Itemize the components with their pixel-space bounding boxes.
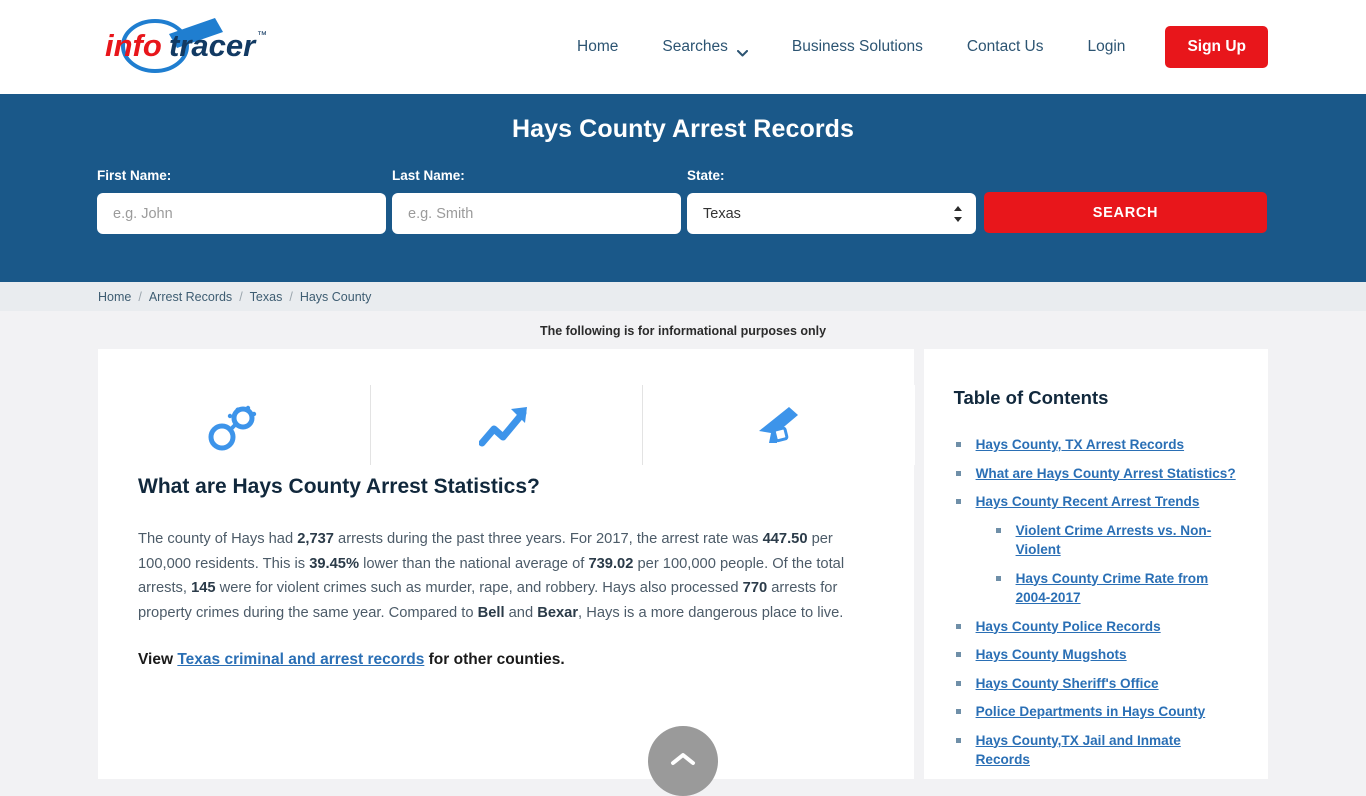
breadcrumb-item-texas[interactable]: Texas [250,290,283,304]
para-text: were for violent crimes such as murder, … [215,580,743,596]
infotracer-logo[interactable]: info tracer ™ [97,8,272,82]
stat-national-average: 739.02 [588,555,634,572]
state-label: State: [687,168,725,183]
toc-link-sheriffs-office[interactable]: Hays County Sheriff's Office [976,676,1159,691]
nav-label: Login [1087,38,1126,55]
view-suffix: for other counties. [424,651,565,668]
nav-item-business-solutions[interactable]: Business Solutions [770,38,945,56]
para-text: and [504,604,538,621]
statistics-heading: What are Hays County Arrest Statistics? [138,475,540,498]
toc-link-recent-arrest-trends[interactable]: Hays County Recent Arrest Trends [976,494,1200,509]
toc-link-mugshots[interactable]: Hays County Mugshots [976,647,1127,662]
para-text: arrests during the past three years. For… [333,531,763,547]
breadcrumb-separator: / [239,289,243,304]
list-item: What are Hays County Arrest Statistics? [954,464,1238,484]
stat-percent-lower: 39.45% [309,555,360,572]
scroll-to-top-button[interactable] [648,726,718,796]
table-of-contents-card: Table of Contents Hays County, TX Arrest… [923,349,1268,779]
stat-total-arrests: 2,737 [297,531,334,547]
comparison-county-bexar: Bexar [537,604,579,621]
list-item: Hays County,TX Jail and Inmate Records [954,731,1238,770]
gun-icon [751,401,807,458]
statistics-paragraph: The county of Hays had 2,737 arrests dur… [138,527,874,625]
list-item: Violent Crime Arrests vs. Non-Violent [994,521,1238,560]
list-item: Hays County, TX Arrest Records [954,435,1238,455]
sign-up-button[interactable]: Sign Up [1165,26,1268,68]
view-prefix: View [138,651,178,668]
para-text: , Hays is a more dangerous place to live… [578,604,844,621]
toc-title: Table of Contents [953,387,1109,408]
search-button[interactable]: SEARCH [984,192,1267,233]
toc-list: Hays County, TX Arrest Records What are … [954,435,1238,770]
chevron-up-icon [670,751,696,772]
svg-text:tracer: tracer [169,28,257,63]
nav-label: Contact Us [966,38,1044,55]
list-item: Hays County Recent Arrest Trends Violent… [954,492,1238,608]
stat-arrest-rate: 447.50 [762,531,808,547]
svg-text:™: ™ [257,30,267,41]
texas-records-link[interactable]: Texas criminal and arrest records [177,651,424,668]
stat-property-crimes: 770 [742,580,768,596]
list-item: Hays County Police Records [954,617,1238,637]
state-field-group: State: Texas [687,168,976,234]
first-name-label: First Name: [97,168,172,183]
last-name-field-group: Last Name: [392,168,681,234]
toc-link-police-records[interactable]: Hays County Police Records [976,619,1161,634]
breadcrumb-item-hays-county: Hays County [299,289,372,304]
stat-violent-crimes: 145 [191,580,216,596]
informational-disclaimer: The following is for informational purpo… [539,324,827,338]
para-text: lower than the national average of [359,555,589,572]
search-banner: Hays County Arrest Records First Name: L… [0,94,1366,282]
arrest-search-form: First Name: Last Name: State: Texas [97,168,1268,234]
last-name-input[interactable] [392,193,681,234]
first-name-input[interactable] [97,193,386,234]
nav-label: Searches [662,38,728,55]
para-text: The county of Hays had [138,531,298,547]
feature-cell-trends [371,385,644,465]
comparison-county-bell: Bell [477,604,505,621]
breadcrumb-separator: / [289,289,293,304]
chevron-down-icon [736,44,748,56]
feature-cell-weapons [643,385,915,465]
trending-up-chart-icon [478,401,535,458]
svg-text:info: info [105,28,162,63]
nav-label: Business Solutions [791,38,923,55]
list-item: Hays County Crime Rate from 2004-2017 [994,569,1238,608]
nav-item-home[interactable]: Home [555,38,640,56]
view-other-counties-line: View Texas criminal and arrest records f… [138,651,874,669]
search-button-group: SEARCH [984,168,1267,234]
last-name-label: Last Name: [392,168,465,183]
toc-link-violent-vs-nonviolent[interactable]: Violent Crime Arrests vs. Non-Violent [1016,523,1212,558]
list-item: Police Departments in Hays County [954,702,1238,722]
feature-cell-arrests [98,385,371,465]
feature-icon-strip [98,385,915,465]
toc-link-jail-inmate-records[interactable]: Hays County,TX Jail and Inmate Records [976,733,1181,768]
nav-item-searches[interactable]: Searches [640,38,769,56]
first-name-field-group: First Name: [97,168,386,234]
breadcrumb-item-home[interactable]: Home [98,290,131,304]
handcuffs-icon [208,401,260,458]
site-header: info tracer ™ Home Searches Business Sol… [0,0,1366,94]
state-select[interactable]: Texas [687,193,976,234]
toc-link-arrest-records[interactable]: Hays County, TX Arrest Records [976,437,1185,452]
toc-link-arrest-statistics[interactable]: What are Hays County Arrest Statistics? [976,466,1236,481]
breadcrumb-separator: / [138,289,142,304]
toc-link-police-departments[interactable]: Police Departments in Hays County [976,704,1206,719]
banner-title: Hays County Arrest Records [511,115,855,143]
toc-link-crime-rate-2004-2017[interactable]: Hays County Crime Rate from 2004-2017 [1016,571,1209,606]
toc-sublist: Violent Crime Arrests vs. Non-Violent Ha… [994,521,1238,608]
list-item: Hays County Sheriff's Office [954,674,1238,694]
breadcrumb-item-arrest-records[interactable]: Arrest Records [149,290,232,304]
breadcrumb: Home / Arrest Records / Texas / Hays Cou… [0,282,1366,311]
nav-label: Home [577,38,619,55]
nav-item-login[interactable]: Login [1066,38,1148,56]
list-item: Hays County Mugshots [954,645,1238,665]
nav-item-contact-us[interactable]: Contact Us [945,38,1066,56]
main-navigation: Home Searches Business Solutions Contact… [555,0,1268,94]
